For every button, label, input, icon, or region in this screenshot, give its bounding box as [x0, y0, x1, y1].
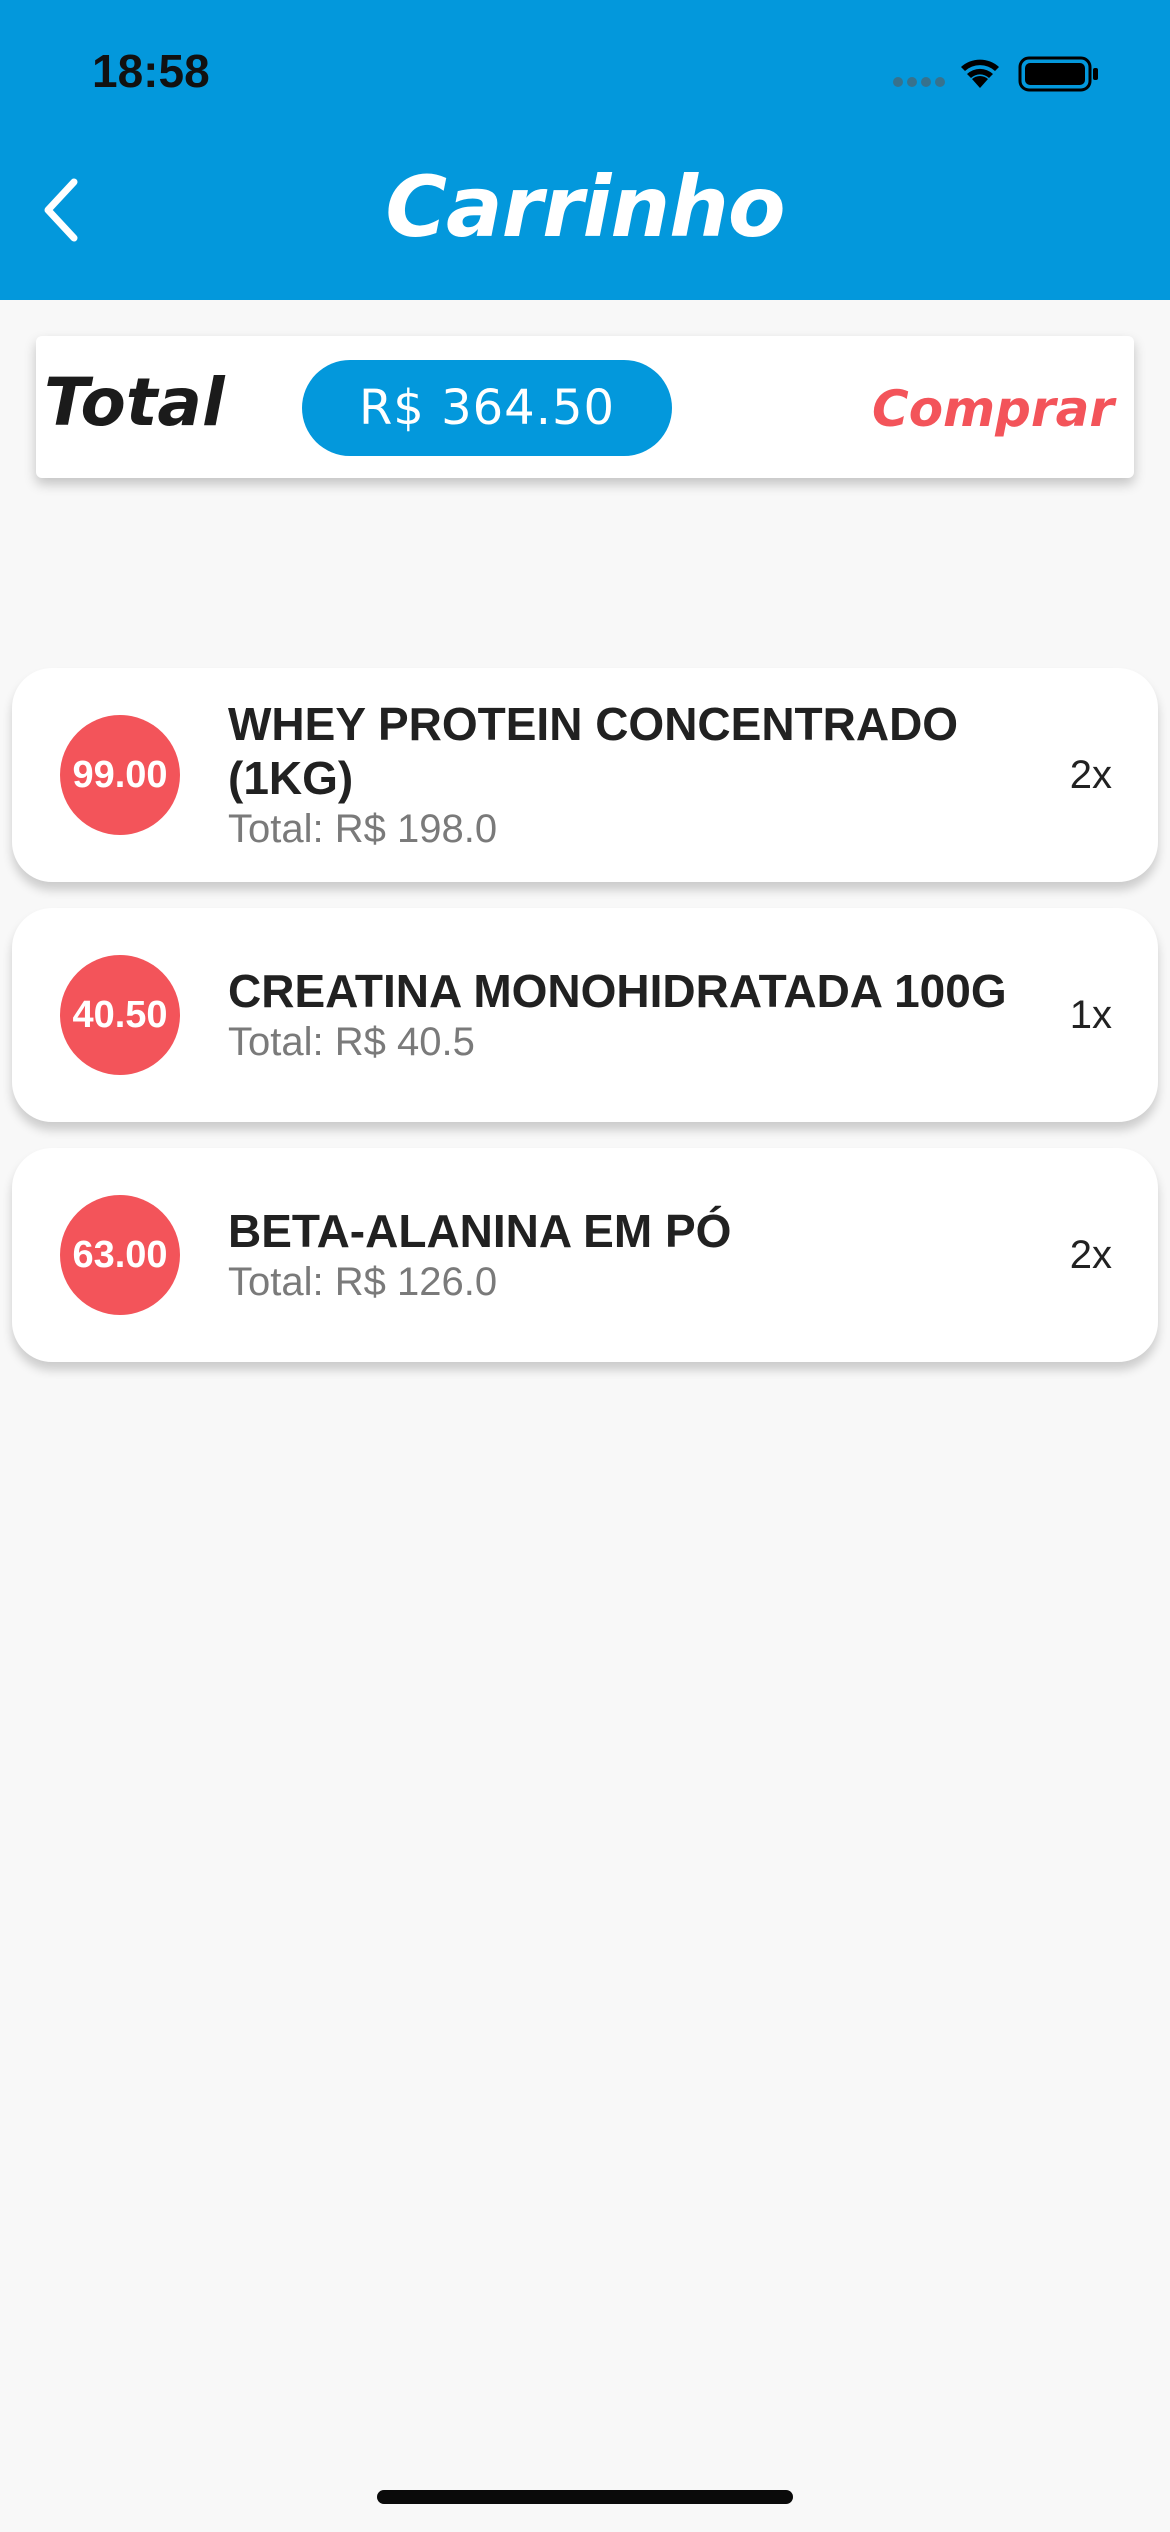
status-icons [888, 52, 1118, 96]
buy-button[interactable]: Comprar [872, 380, 1114, 438]
cellular-signal-icon [893, 77, 945, 87]
item-total: Total: R$ 198.0 [228, 807, 498, 851]
wifi-icon [961, 59, 999, 88]
unit-price-badge: 63.00 [60, 1195, 180, 1315]
product-name: WHEY PROTEIN CONCENTRADO (1KG) [228, 698, 959, 804]
app-header: 18:58 Carrinho [0, 0, 1170, 300]
cart-item-details: CREATINA MONOHIDRATADA 100G Total: R$ 40… [228, 908, 1048, 1122]
total-label: Total [44, 364, 225, 441]
product-name: CREATINA MONOHIDRATADA 100G [228, 965, 1007, 1017]
status-bar-icons [893, 56, 1098, 92]
cart-item[interactable]: 63.00 BETA-ALANINA EM PÓ Total: R$ 126.0… [12, 1148, 1158, 1362]
total-value-badge: R$ 364.50 [302, 360, 672, 456]
cart-item-details: WHEY PROTEIN CONCENTRADO (1KG) Total: R$… [228, 668, 1048, 882]
unit-price-badge: 99.00 [60, 715, 180, 835]
item-total: Total: R$ 126.0 [228, 1260, 498, 1304]
cart-item[interactable]: 99.00 WHEY PROTEIN CONCENTRADO (1KG) Tot… [12, 668, 1158, 882]
cart-item-details: BETA-ALANINA EM PÓ Total: R$ 126.0 [228, 1148, 1048, 1362]
product-name: BETA-ALANINA EM PÓ [228, 1205, 732, 1257]
page-title: Carrinho [385, 158, 785, 256]
battery-icon [1018, 56, 1098, 92]
cart-item[interactable]: 40.50 CREATINA MONOHIDRATADA 100G Total:… [12, 908, 1158, 1122]
item-quantity: 2x [1069, 753, 1112, 797]
item-quantity: 2x [1069, 1233, 1112, 1277]
item-total: Total: R$ 40.5 [228, 1020, 475, 1064]
unit-price-badge: 40.50 [60, 955, 180, 1075]
cart-item-list: 99.00 WHEY PROTEIN CONCENTRADO (1KG) Tot… [12, 668, 1158, 1388]
home-indicator[interactable] [377, 2490, 793, 2504]
status-time: 18:58 [92, 45, 210, 97]
cart-summary-card: Total R$ 364.50 Comprar [36, 336, 1134, 478]
item-quantity: 1x [1069, 993, 1112, 1037]
